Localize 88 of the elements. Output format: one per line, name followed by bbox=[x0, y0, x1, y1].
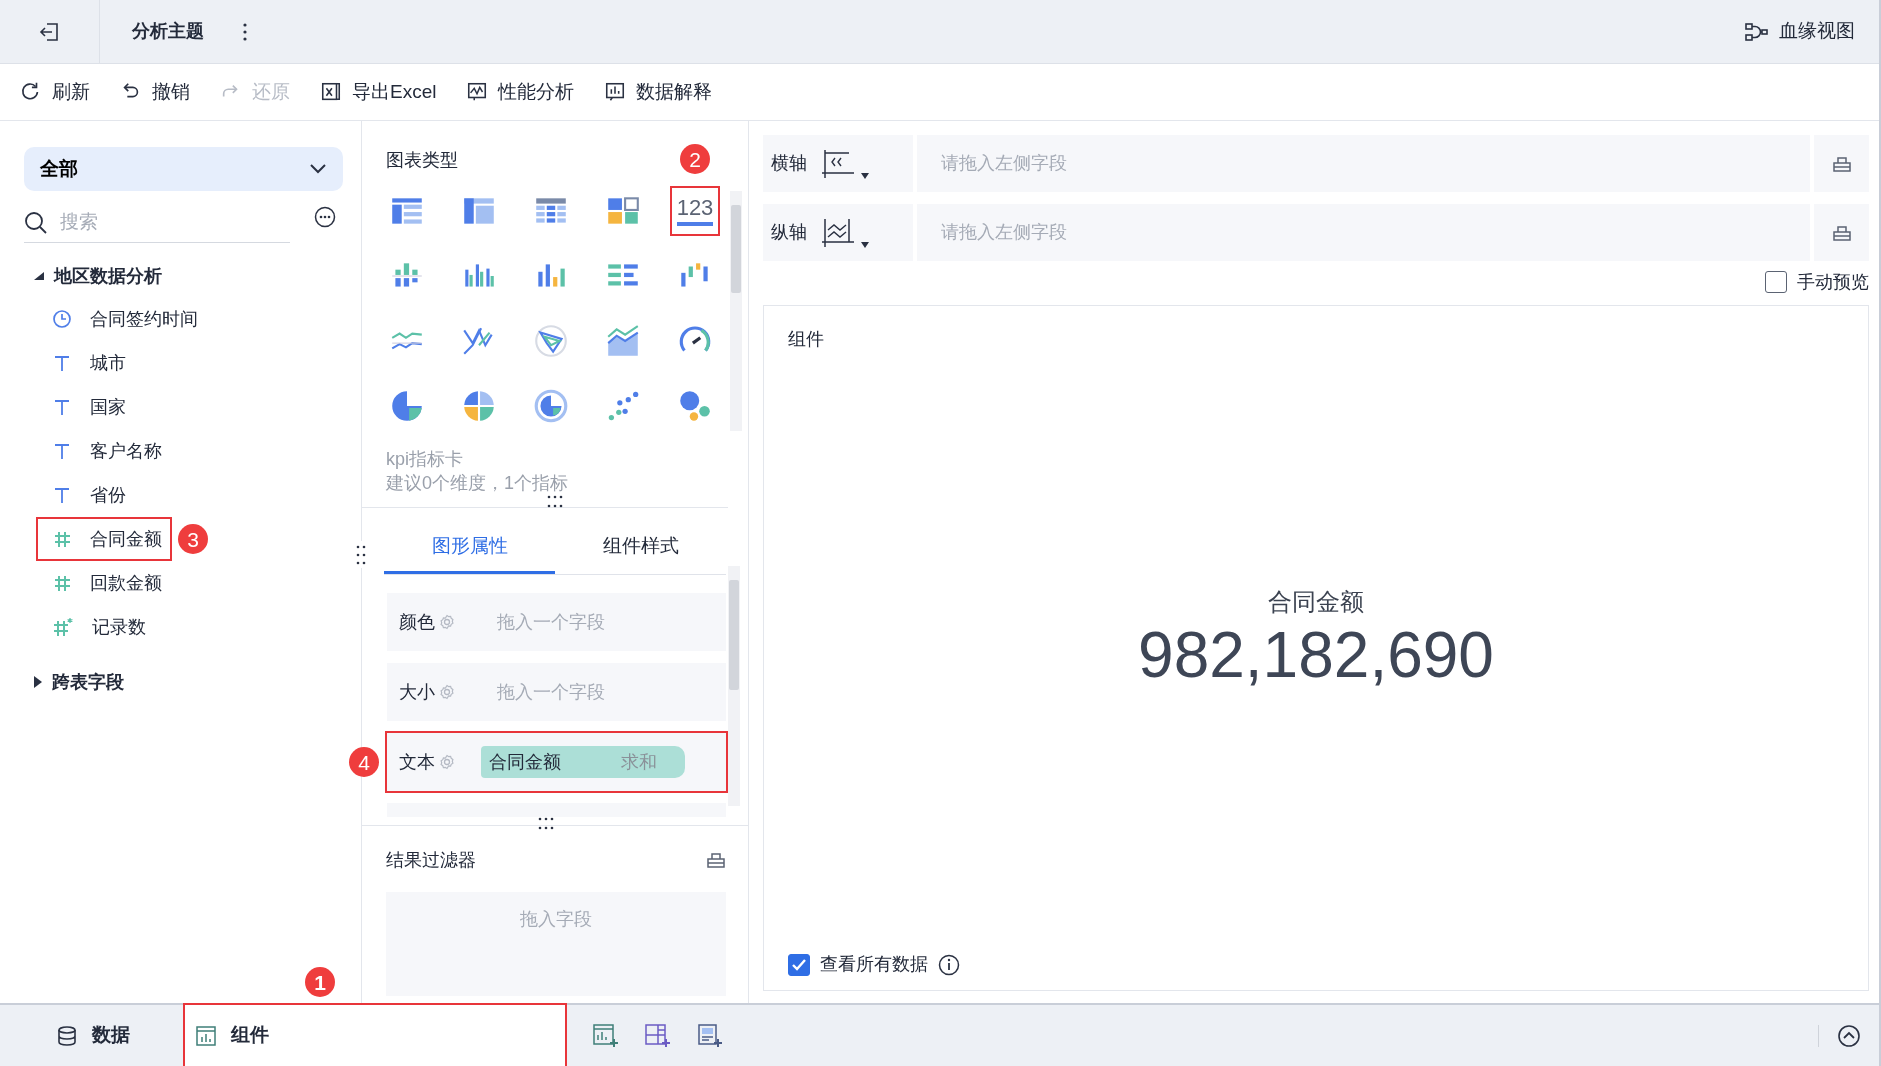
caret-down-icon bbox=[34, 272, 44, 280]
step-badge: 3 bbox=[178, 524, 208, 554]
chart-description: kpi指标卡 bbox=[386, 448, 464, 471]
step-badge: 2 bbox=[680, 144, 710, 174]
checkbox[interactable] bbox=[1765, 271, 1787, 293]
checkbox[interactable] bbox=[788, 953, 810, 976]
field-item[interactable]: 客户名称 bbox=[38, 431, 170, 471]
tree-group[interactable]: 地区数据分析 bbox=[24, 255, 343, 297]
topic-title: 分析主题 bbox=[132, 20, 204, 43]
field-item[interactable]: 合同签约时间 bbox=[38, 299, 206, 339]
radar-chart-icon bbox=[532, 322, 570, 360]
kpi-label: 合同金额 bbox=[1268, 586, 1364, 617]
field-item[interactable]: 国家 bbox=[38, 387, 134, 427]
field-item[interactable]: 记录数 bbox=[38, 607, 154, 647]
search-field[interactable]: 搜索 bbox=[58, 207, 238, 238]
bar-chart-icon bbox=[604, 81, 627, 103]
clock-icon bbox=[52, 309, 72, 329]
text-type-icon bbox=[52, 397, 72, 417]
scrollbar[interactable] bbox=[728, 566, 740, 806]
drag-handle-icon[interactable] bbox=[537, 817, 555, 832]
add-report-icon[interactable] bbox=[697, 1023, 723, 1048]
text-type-icon bbox=[52, 485, 72, 505]
hash-icon bbox=[52, 529, 72, 549]
more-options-icon[interactable] bbox=[314, 206, 336, 228]
property-label: 大小 bbox=[399, 680, 435, 704]
chart-panel-icon bbox=[195, 1024, 217, 1047]
toolbar-button[interactable]: 刷新 bbox=[20, 77, 90, 107]
toolbar-button[interactable]: 导出Excel bbox=[320, 77, 437, 107]
bottom-tab[interactable]: 数据 bbox=[0, 1005, 185, 1066]
axis-label: 横轴 bbox=[771, 152, 807, 175]
section-title: 结果过滤器 bbox=[386, 848, 476, 872]
step-badge: 1 bbox=[305, 967, 335, 997]
checkbox-label: 手动预览 bbox=[1797, 270, 1869, 294]
scope-dropdown[interactable]: 全部 bbox=[24, 147, 343, 191]
axis-type-dropdown[interactable] bbox=[821, 217, 869, 248]
drop-hint: 拖入一个字段 bbox=[497, 680, 605, 704]
resize-handle-icon[interactable] bbox=[356, 544, 366, 567]
property-label: 颜色 bbox=[399, 610, 435, 634]
field-name: 合同金额 bbox=[489, 750, 561, 774]
axis-label: 纵轴 bbox=[771, 221, 807, 244]
info-icon[interactable] bbox=[938, 953, 960, 976]
tab[interactable]: 图形属性 bbox=[384, 522, 555, 574]
scrollbar[interactable] bbox=[730, 191, 742, 431]
axis-settings-button[interactable] bbox=[1814, 135, 1869, 192]
search-icon bbox=[24, 210, 48, 235]
aggregation-label: 求和 bbox=[621, 750, 657, 774]
database-icon bbox=[55, 1024, 78, 1047]
field-chip[interactable]: 合同金额 求和 bbox=[481, 746, 685, 778]
axis-type-dropdown[interactable] bbox=[821, 148, 869, 179]
section-title: 图表类型 bbox=[386, 149, 458, 172]
toolbar-button[interactable]: 数据解释 bbox=[604, 77, 713, 107]
toolbar-button[interactable]: 性能分析 bbox=[466, 77, 575, 107]
drop-hint: 拖入一个字段 bbox=[497, 610, 605, 634]
lineage-view-button[interactable]: 血缘视图 bbox=[1745, 17, 1855, 46]
lineage-icon bbox=[1745, 21, 1769, 42]
text-type-icon bbox=[52, 441, 72, 461]
caret-right-icon bbox=[34, 676, 42, 688]
drag-handle-icon[interactable] bbox=[546, 495, 564, 510]
field-item[interactable]: 回款金额 bbox=[38, 563, 170, 603]
tab[interactable]: 组件样式 bbox=[555, 522, 726, 574]
axis-settings-button[interactable] bbox=[1814, 204, 1869, 261]
collapse-up-icon[interactable] bbox=[1837, 1023, 1861, 1048]
step-badge: 4 bbox=[349, 747, 379, 777]
toolbar-button[interactable]: 撤销 bbox=[120, 77, 190, 107]
hash-star-icon bbox=[52, 617, 74, 637]
caret-down-icon bbox=[861, 172, 869, 179]
checkbox-label: 查看所有数据 bbox=[820, 953, 928, 976]
vertical-axis-icon bbox=[821, 217, 855, 248]
more-icon[interactable] bbox=[242, 22, 248, 43]
filter-settings-icon[interactable] bbox=[706, 850, 726, 870]
field-item[interactable]: 省份 bbox=[38, 475, 134, 515]
caret-down-icon bbox=[861, 241, 869, 248]
property-label: 文本 bbox=[399, 750, 435, 774]
tree-group[interactable]: 跨表字段 bbox=[24, 661, 343, 703]
export-icon bbox=[320, 81, 342, 103]
field-item[interactable]: 城市 bbox=[38, 343, 134, 383]
add-layout-icon[interactable] bbox=[645, 1023, 671, 1048]
pulse-chart-icon bbox=[466, 81, 489, 103]
card-title: 组件 bbox=[788, 328, 824, 351]
text-type-icon bbox=[52, 353, 72, 373]
add-chart-icon[interactable] bbox=[593, 1023, 619, 1048]
chart-description: 建议0个维度，1个指标 bbox=[386, 472, 570, 496]
ring-chart-icon bbox=[532, 387, 570, 425]
check-icon bbox=[792, 958, 806, 971]
chevron-down-icon bbox=[309, 163, 327, 175]
kpi-value: 982,182,690 bbox=[1138, 619, 1494, 691]
hash-icon bbox=[52, 573, 72, 593]
horizontal-axis-icon bbox=[821, 148, 855, 179]
